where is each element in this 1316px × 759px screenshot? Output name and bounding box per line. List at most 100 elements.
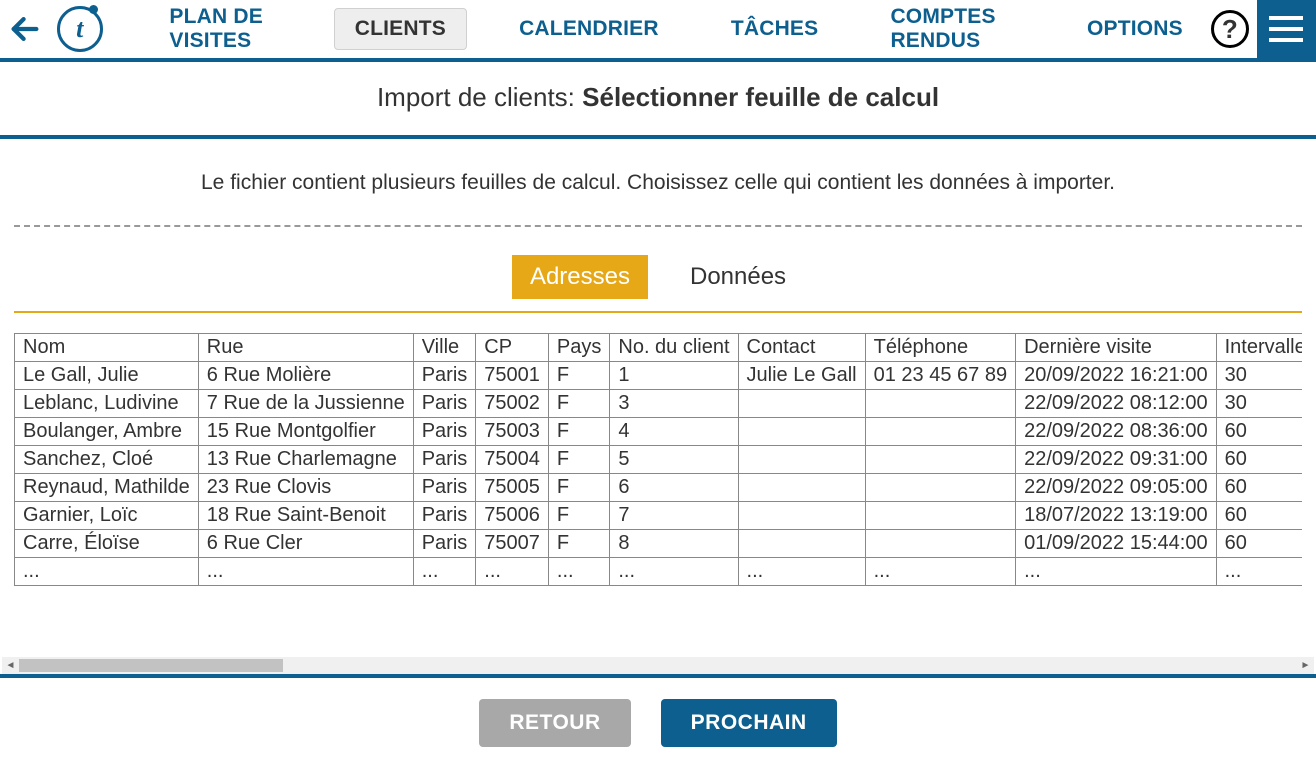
hamburger-icon — [1269, 16, 1303, 20]
table-cell: Garnier, Loïc — [15, 502, 199, 530]
nav-item-plan-de-visites[interactable]: PLAN DE VISITES — [149, 0, 301, 61]
table-cell: 18 Rue Saint-Benoit — [198, 502, 413, 530]
table-row: Le Gall, Julie6 Rue MolièreParis75001F1J… — [15, 362, 1303, 390]
table-cell: 22/09/2022 09:31:00 — [1016, 446, 1217, 474]
col-header: CP — [476, 334, 549, 362]
nav-item-tâches[interactable]: TÂCHES — [711, 9, 839, 49]
table-cell: Reynaud, Mathilde — [15, 474, 199, 502]
table-cell: 01/09/2022 15:44:00 — [1016, 530, 1217, 558]
table-cell: 22/09/2022 08:12:00 — [1016, 390, 1217, 418]
table-cell: F — [548, 418, 609, 446]
instruction-text: Le fichier contient plusieurs feuilles d… — [14, 139, 1302, 225]
scroll-right-icon[interactable]: ► — [1297, 657, 1314, 674]
table-header-row: NomRueVilleCPPaysNo. du clientContactTél… — [15, 334, 1303, 362]
table-cell: 60 — [1216, 446, 1302, 474]
table-cell — [865, 502, 1015, 530]
page-title-prefix: Import de clients: — [377, 82, 582, 112]
table-cell: 60 — [1216, 418, 1302, 446]
table-cell: F — [548, 390, 609, 418]
table-cell: ... — [1016, 558, 1217, 586]
table-cell — [738, 474, 865, 502]
table-cell: 75006 — [476, 502, 549, 530]
footer: RETOUR PROCHAIN — [0, 674, 1316, 759]
col-header: Pays — [548, 334, 609, 362]
table-cell: Paris — [413, 446, 476, 474]
scroll-thumb[interactable] — [19, 659, 283, 672]
table-cell: ... — [610, 558, 738, 586]
table-row: Carre, Éloïse6 Rue ClerParis75007F801/09… — [15, 530, 1303, 558]
arrow-left-icon — [8, 12, 42, 46]
table-cell — [865, 446, 1015, 474]
table-cell: F — [548, 502, 609, 530]
table-cell: Paris — [413, 362, 476, 390]
col-header: Nom — [15, 334, 199, 362]
table-cell: 13 Rue Charlemagne — [198, 446, 413, 474]
table-cell: 6 Rue Molière — [198, 362, 413, 390]
back-button[interactable] — [0, 12, 50, 46]
table-cell: Paris — [413, 390, 476, 418]
table-cell: 23 Rue Clovis — [198, 474, 413, 502]
table-cell: F — [548, 474, 609, 502]
table-row: Sanchez, Cloé13 Rue CharlemagneParis7500… — [15, 446, 1303, 474]
table-cell: ... — [15, 558, 199, 586]
main-nav: PLAN DE VISITES CLIENTS CALENDRIER TÂCHES CO… — [109, 0, 1203, 61]
scroll-track[interactable] — [19, 657, 1297, 674]
sheet-tab-adresses[interactable]: Adresses — [512, 255, 648, 299]
table-cell: 6 — [610, 474, 738, 502]
scroll-left-icon[interactable]: ◄ — [2, 657, 19, 674]
menu-button[interactable] — [1257, 0, 1316, 60]
table-cell: 30 — [1216, 390, 1302, 418]
table-body: Le Gall, Julie6 Rue MolièreParis75001F1J… — [15, 362, 1303, 586]
nav-item-comptes-rendus[interactable]: COMPTES RENDUS — [870, 0, 1034, 61]
table-cell: ... — [1216, 558, 1302, 586]
divider-solid — [14, 311, 1302, 313]
table-cell: 18/07/2022 13:19:00 — [1016, 502, 1217, 530]
back-button-footer[interactable]: RETOUR — [479, 699, 630, 747]
table-cell: 7 Rue de la Jussienne — [198, 390, 413, 418]
page-title: Import de clients: Sélectionner feuille … — [0, 62, 1316, 139]
horizontal-scrollbar[interactable]: ◄ ► — [2, 657, 1314, 674]
col-header: Rue — [198, 334, 413, 362]
col-header: Intervalle — [1216, 334, 1302, 362]
table-cell: 75003 — [476, 418, 549, 446]
table-cell — [738, 390, 865, 418]
table-cell: ... — [548, 558, 609, 586]
table-cell: 7 — [610, 502, 738, 530]
help-button[interactable]: ? — [1203, 10, 1257, 48]
table-cell — [738, 446, 865, 474]
table-cell: Julie Le Gall — [738, 362, 865, 390]
table-cell — [738, 530, 865, 558]
table-cell: Paris — [413, 474, 476, 502]
table-cell: 3 — [610, 390, 738, 418]
table-cell: 15 Rue Montgolfier — [198, 418, 413, 446]
table-cell: 20/09/2022 16:21:00 — [1016, 362, 1217, 390]
table-row: Leblanc, Ludivine7 Rue de la JussiennePa… — [15, 390, 1303, 418]
table-cell: Sanchez, Cloé — [15, 446, 199, 474]
table-cell: Leblanc, Ludivine — [15, 390, 199, 418]
table-cell — [865, 418, 1015, 446]
table-cell: 75005 — [476, 474, 549, 502]
table-cell — [865, 390, 1015, 418]
table-row: Garnier, Loïc18 Rue Saint-BenoitParis750… — [15, 502, 1303, 530]
table-cell: ... — [476, 558, 549, 586]
table-cell: F — [548, 530, 609, 558]
nav-item-clients[interactable]: CLIENTS — [334, 8, 467, 50]
table-cell: ... — [738, 558, 865, 586]
table-cell: 30 — [1216, 362, 1302, 390]
table-cell: 01 23 45 67 89 — [865, 362, 1015, 390]
table-cell — [738, 502, 865, 530]
table-cell: 22/09/2022 08:36:00 — [1016, 418, 1217, 446]
table-cell: 60 — [1216, 474, 1302, 502]
table-row: Reynaud, Mathilde23 Rue ClovisParis75005… — [15, 474, 1303, 502]
table-cell: 75004 — [476, 446, 549, 474]
table-cell: 1 — [610, 362, 738, 390]
sheet-tab-données[interactable]: Données — [672, 255, 804, 299]
nav-item-options[interactable]: OPTIONS — [1067, 9, 1203, 49]
preview-table: NomRueVilleCPPaysNo. du clientContactTél… — [14, 333, 1302, 586]
table-cell: ... — [413, 558, 476, 586]
table-cell: Boulanger, Ambre — [15, 418, 199, 446]
table-cell — [865, 474, 1015, 502]
content-scroll[interactable]: Le fichier contient plusieurs feuilles d… — [0, 139, 1316, 674]
nav-item-calendrier[interactable]: CALENDRIER — [499, 9, 679, 49]
next-button[interactable]: PROCHAIN — [661, 699, 837, 747]
